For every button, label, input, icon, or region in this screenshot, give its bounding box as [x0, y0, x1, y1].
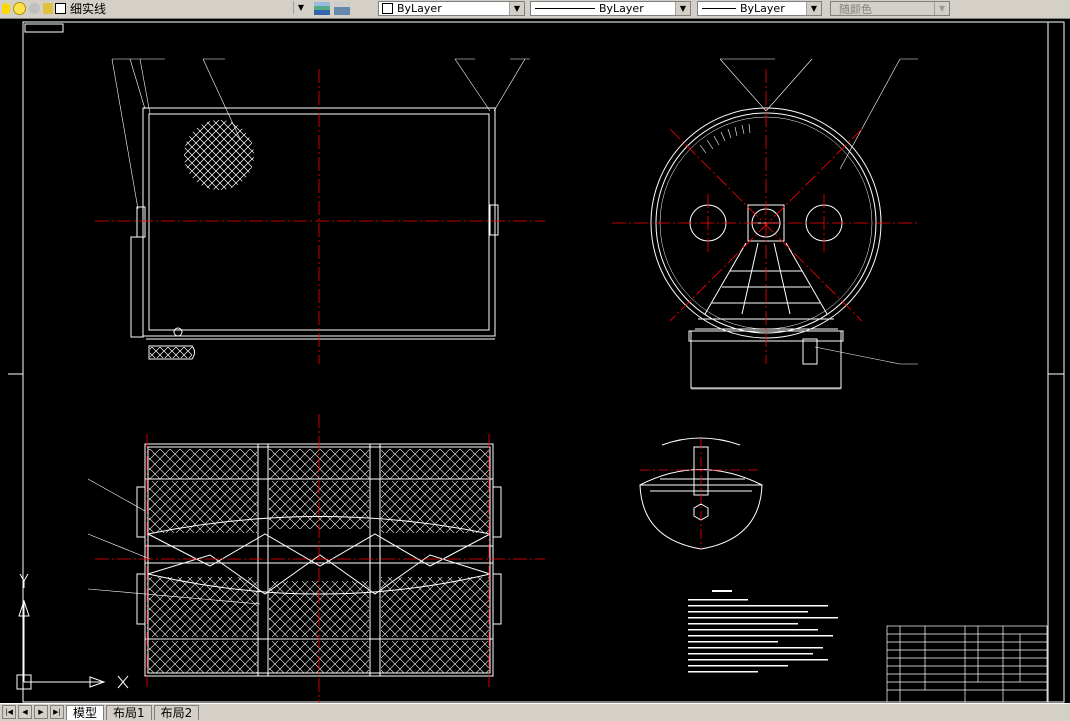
layer-previous-icon[interactable]	[334, 2, 350, 15]
linetype-combo-value: ByLayer	[599, 2, 644, 15]
chevron-down-icon[interactable]: ▼	[806, 2, 821, 15]
layer-tools	[314, 1, 350, 16]
color-combo-value: ByLayer	[397, 2, 442, 15]
lineweight-combo-value: ByLayer	[740, 2, 785, 15]
color-combo[interactable]: ByLayer ▼	[378, 1, 525, 16]
title-block	[886, 625, 1048, 703]
color-swatch-icon	[382, 3, 393, 14]
front-view-leaders	[111, 58, 530, 210]
front-view-centerlines	[95, 69, 545, 364]
section-centerlines	[640, 439, 760, 549]
technical-notes	[688, 590, 838, 673]
plotstyle-combo-value: 随颜色	[839, 2, 872, 16]
chevron-down-icon[interactable]: ▼	[509, 2, 524, 15]
front-view-hatch	[150, 120, 254, 358]
layers-properties-toolbar: 细实线 ▼ ByLayer ▼ ByLayer ▼ ByLayer ▼ 随颜色 …	[0, 0, 1070, 19]
linetype-combo[interactable]: ByLayer ▼	[530, 1, 691, 16]
tab-model-label: 模型	[73, 706, 98, 720]
next-tab-icon[interactable]: ▶	[34, 705, 48, 719]
first-tab-icon[interactable]: |◀	[2, 705, 16, 719]
tab-layout1-label: 布局1	[113, 706, 145, 720]
side-view-ticks	[699, 123, 751, 154]
tab-layout1[interactable]: 布局1	[106, 704, 152, 720]
layer-combo[interactable]: ▼	[0, 1, 310, 16]
lineweight-sample	[702, 8, 736, 9]
prev-tab-icon[interactable]: ◀	[18, 705, 32, 719]
tab-layout2-label: 布局2	[160, 706, 193, 720]
tab-layout2[interactable]: 布局2	[153, 704, 200, 720]
chevron-down-icon: ▼	[934, 2, 949, 15]
layout-tab-bar: |◀ ◀ ▶ ▶| 模型 布局1 布局2	[0, 703, 1070, 720]
chevron-down-icon[interactable]: ▼	[293, 1, 308, 14]
chevron-down-icon[interactable]: ▼	[675, 2, 690, 15]
lineweight-combo[interactable]: ByLayer ▼	[697, 1, 822, 16]
linetype-sample	[535, 8, 595, 9]
layer-manager-icon[interactable]	[314, 2, 330, 15]
last-tab-icon[interactable]: ▶|	[50, 705, 64, 719]
plotstyle-combo: 随颜色 ▼	[830, 1, 950, 16]
drawing-svg	[8, 21, 1065, 703]
tab-model[interactable]: 模型	[66, 704, 105, 720]
model-space-canvas[interactable]	[0, 19, 1070, 703]
